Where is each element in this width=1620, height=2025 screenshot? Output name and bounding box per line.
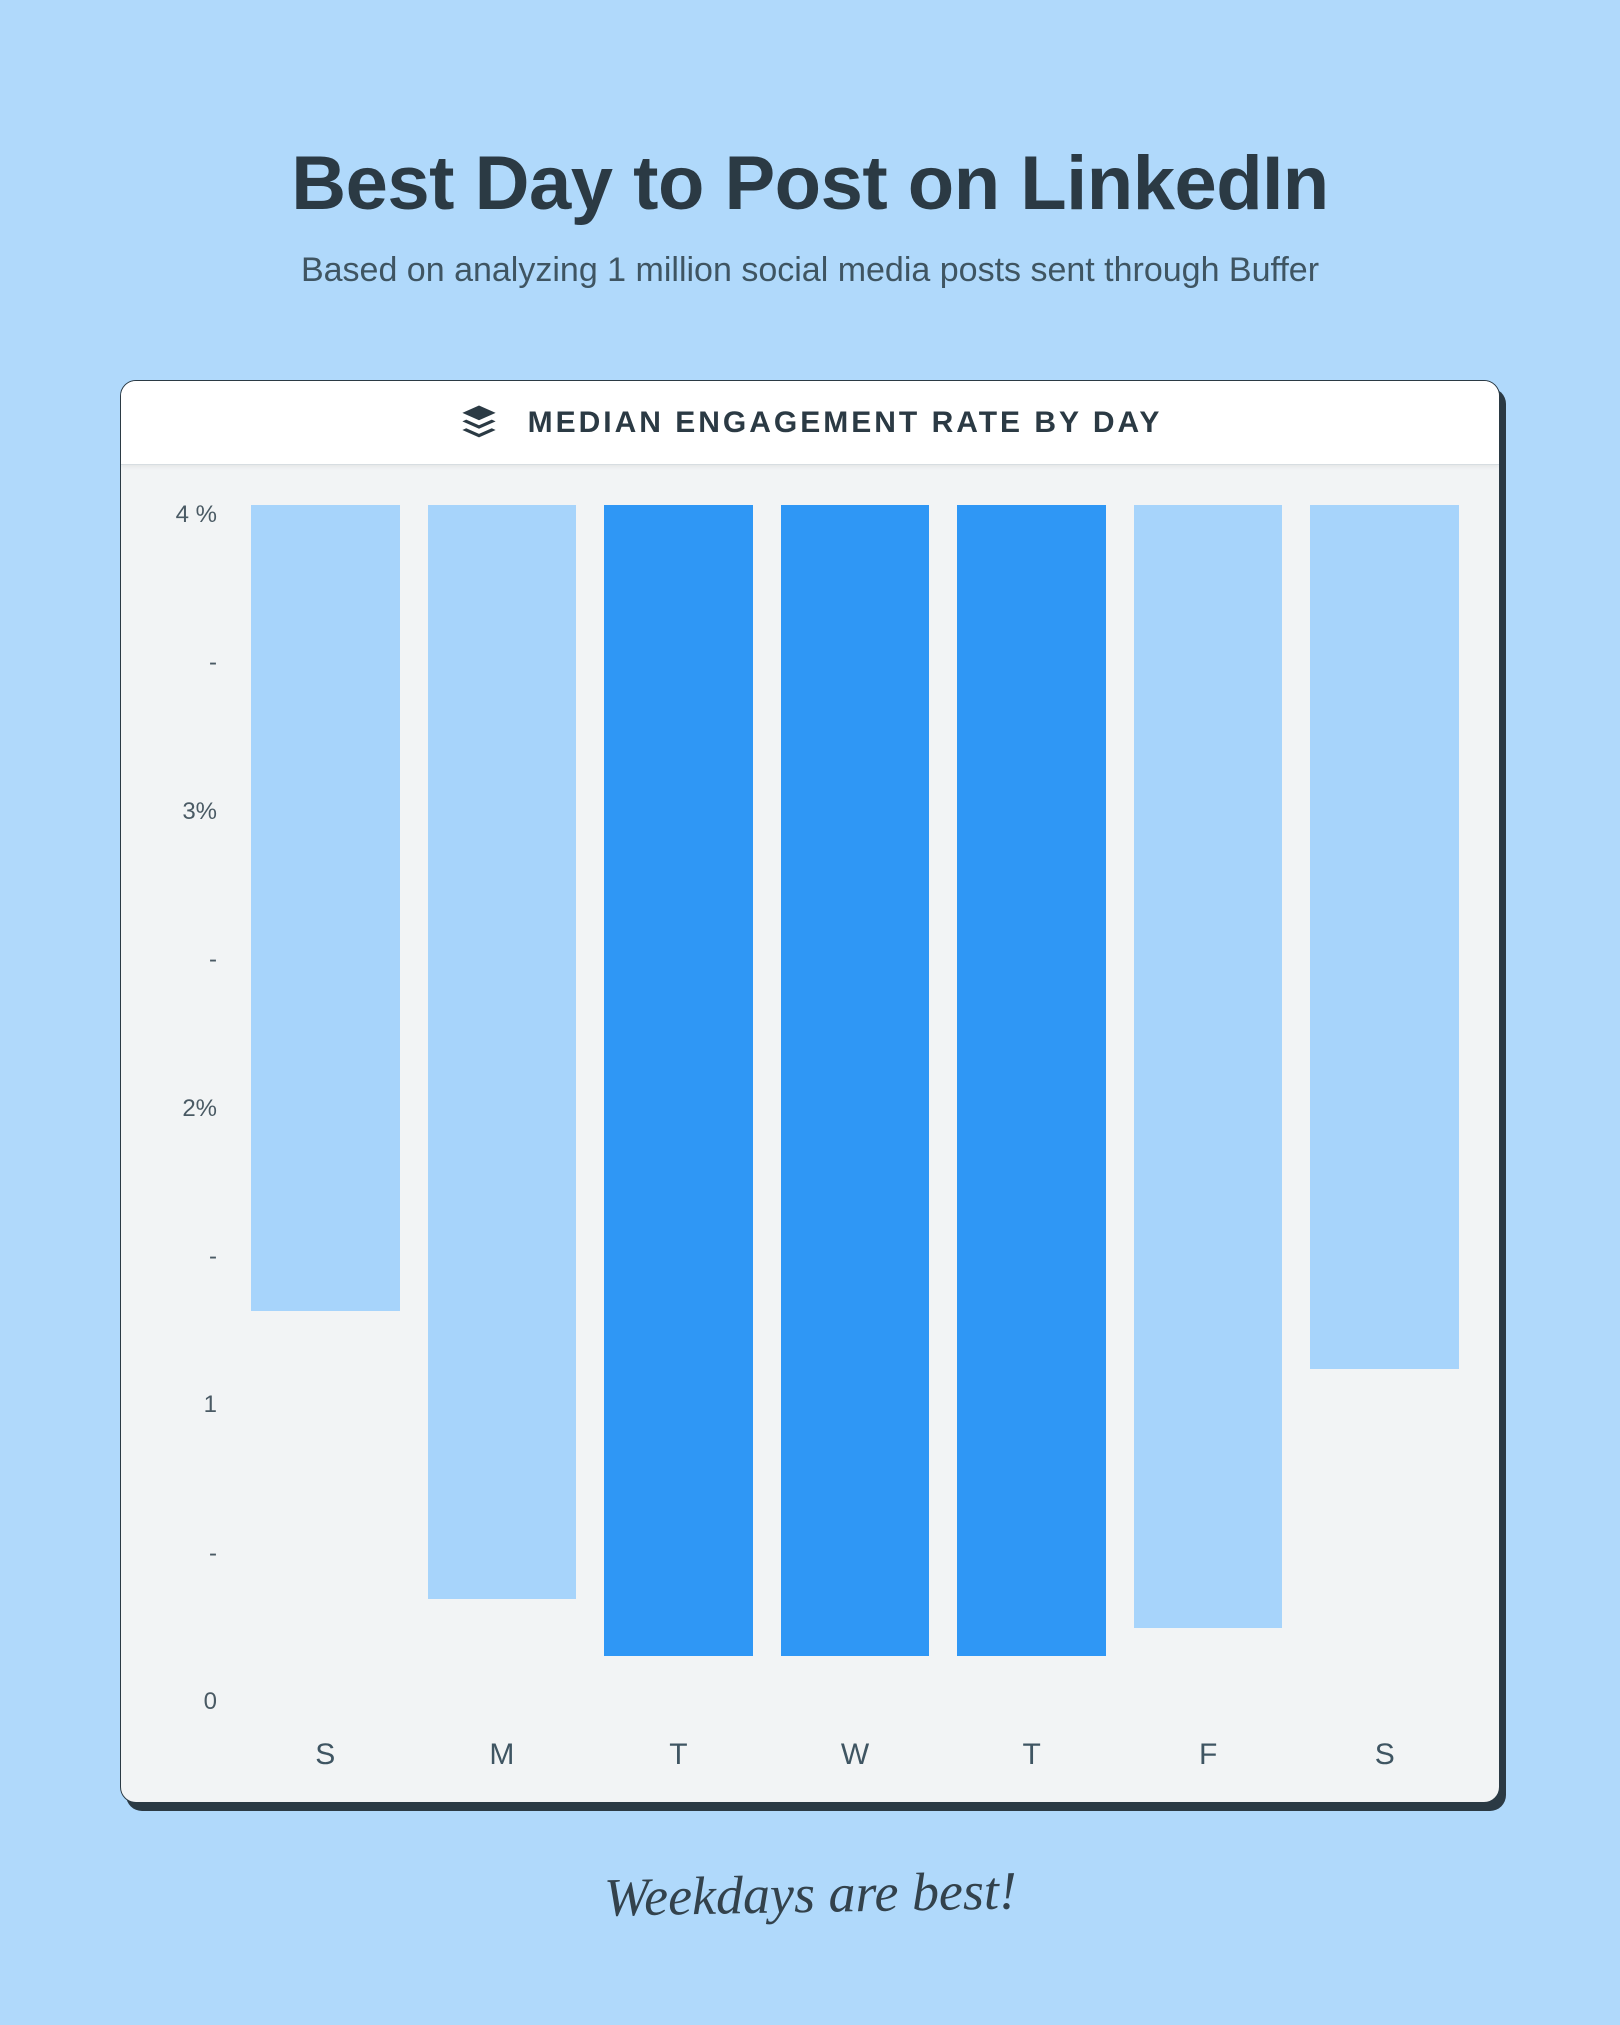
bar-slot: [604, 505, 753, 1714]
x-tick: T: [604, 1738, 753, 1772]
bars-container: [231, 505, 1479, 1714]
bar: [957, 505, 1106, 1656]
bar-slot: [781, 505, 930, 1714]
buffer-icon: [458, 402, 500, 444]
x-axis: SMTWTFS: [231, 1714, 1479, 1772]
bar: [604, 505, 753, 1656]
chart-panel: MEDIAN ENGAGEMENT RATE BY DAY 4 %-3%-2%-…: [120, 380, 1500, 1803]
plot-area: 4 %-3%-2%-1-0 SMTWTFS: [121, 465, 1499, 1802]
caption: Weekdays are best!: [603, 1859, 1017, 1928]
x-tick: S: [1310, 1738, 1459, 1772]
x-tick: T: [957, 1738, 1106, 1772]
bar-slot: [251, 505, 400, 1714]
bar: [781, 505, 930, 1656]
infographic-card: Best Day to Post on LinkedIn Based on an…: [40, 40, 1580, 1985]
x-tick: M: [428, 1738, 577, 1772]
bar-slot: [1134, 505, 1283, 1714]
bar-slot: [957, 505, 1106, 1714]
x-tick: W: [781, 1738, 930, 1772]
x-tick: F: [1134, 1738, 1283, 1772]
bar-slot: [428, 505, 577, 1714]
chart-title: MEDIAN ENGAGEMENT RATE BY DAY: [528, 406, 1163, 440]
bar: [428, 505, 577, 1599]
bar: [251, 505, 400, 1311]
chart-header: MEDIAN ENGAGEMENT RATE BY DAY: [121, 381, 1499, 465]
y-axis: 4 %-3%-2%-1-0: [141, 505, 231, 1772]
bar: [1134, 505, 1283, 1628]
page-subtitle: Based on analyzing 1 million social medi…: [301, 251, 1319, 290]
page-title: Best Day to Post on LinkedIn: [291, 140, 1328, 227]
bar: [1310, 505, 1459, 1369]
plot: SMTWTFS: [231, 505, 1479, 1772]
bar-slot: [1310, 505, 1459, 1714]
x-tick: S: [251, 1738, 400, 1772]
